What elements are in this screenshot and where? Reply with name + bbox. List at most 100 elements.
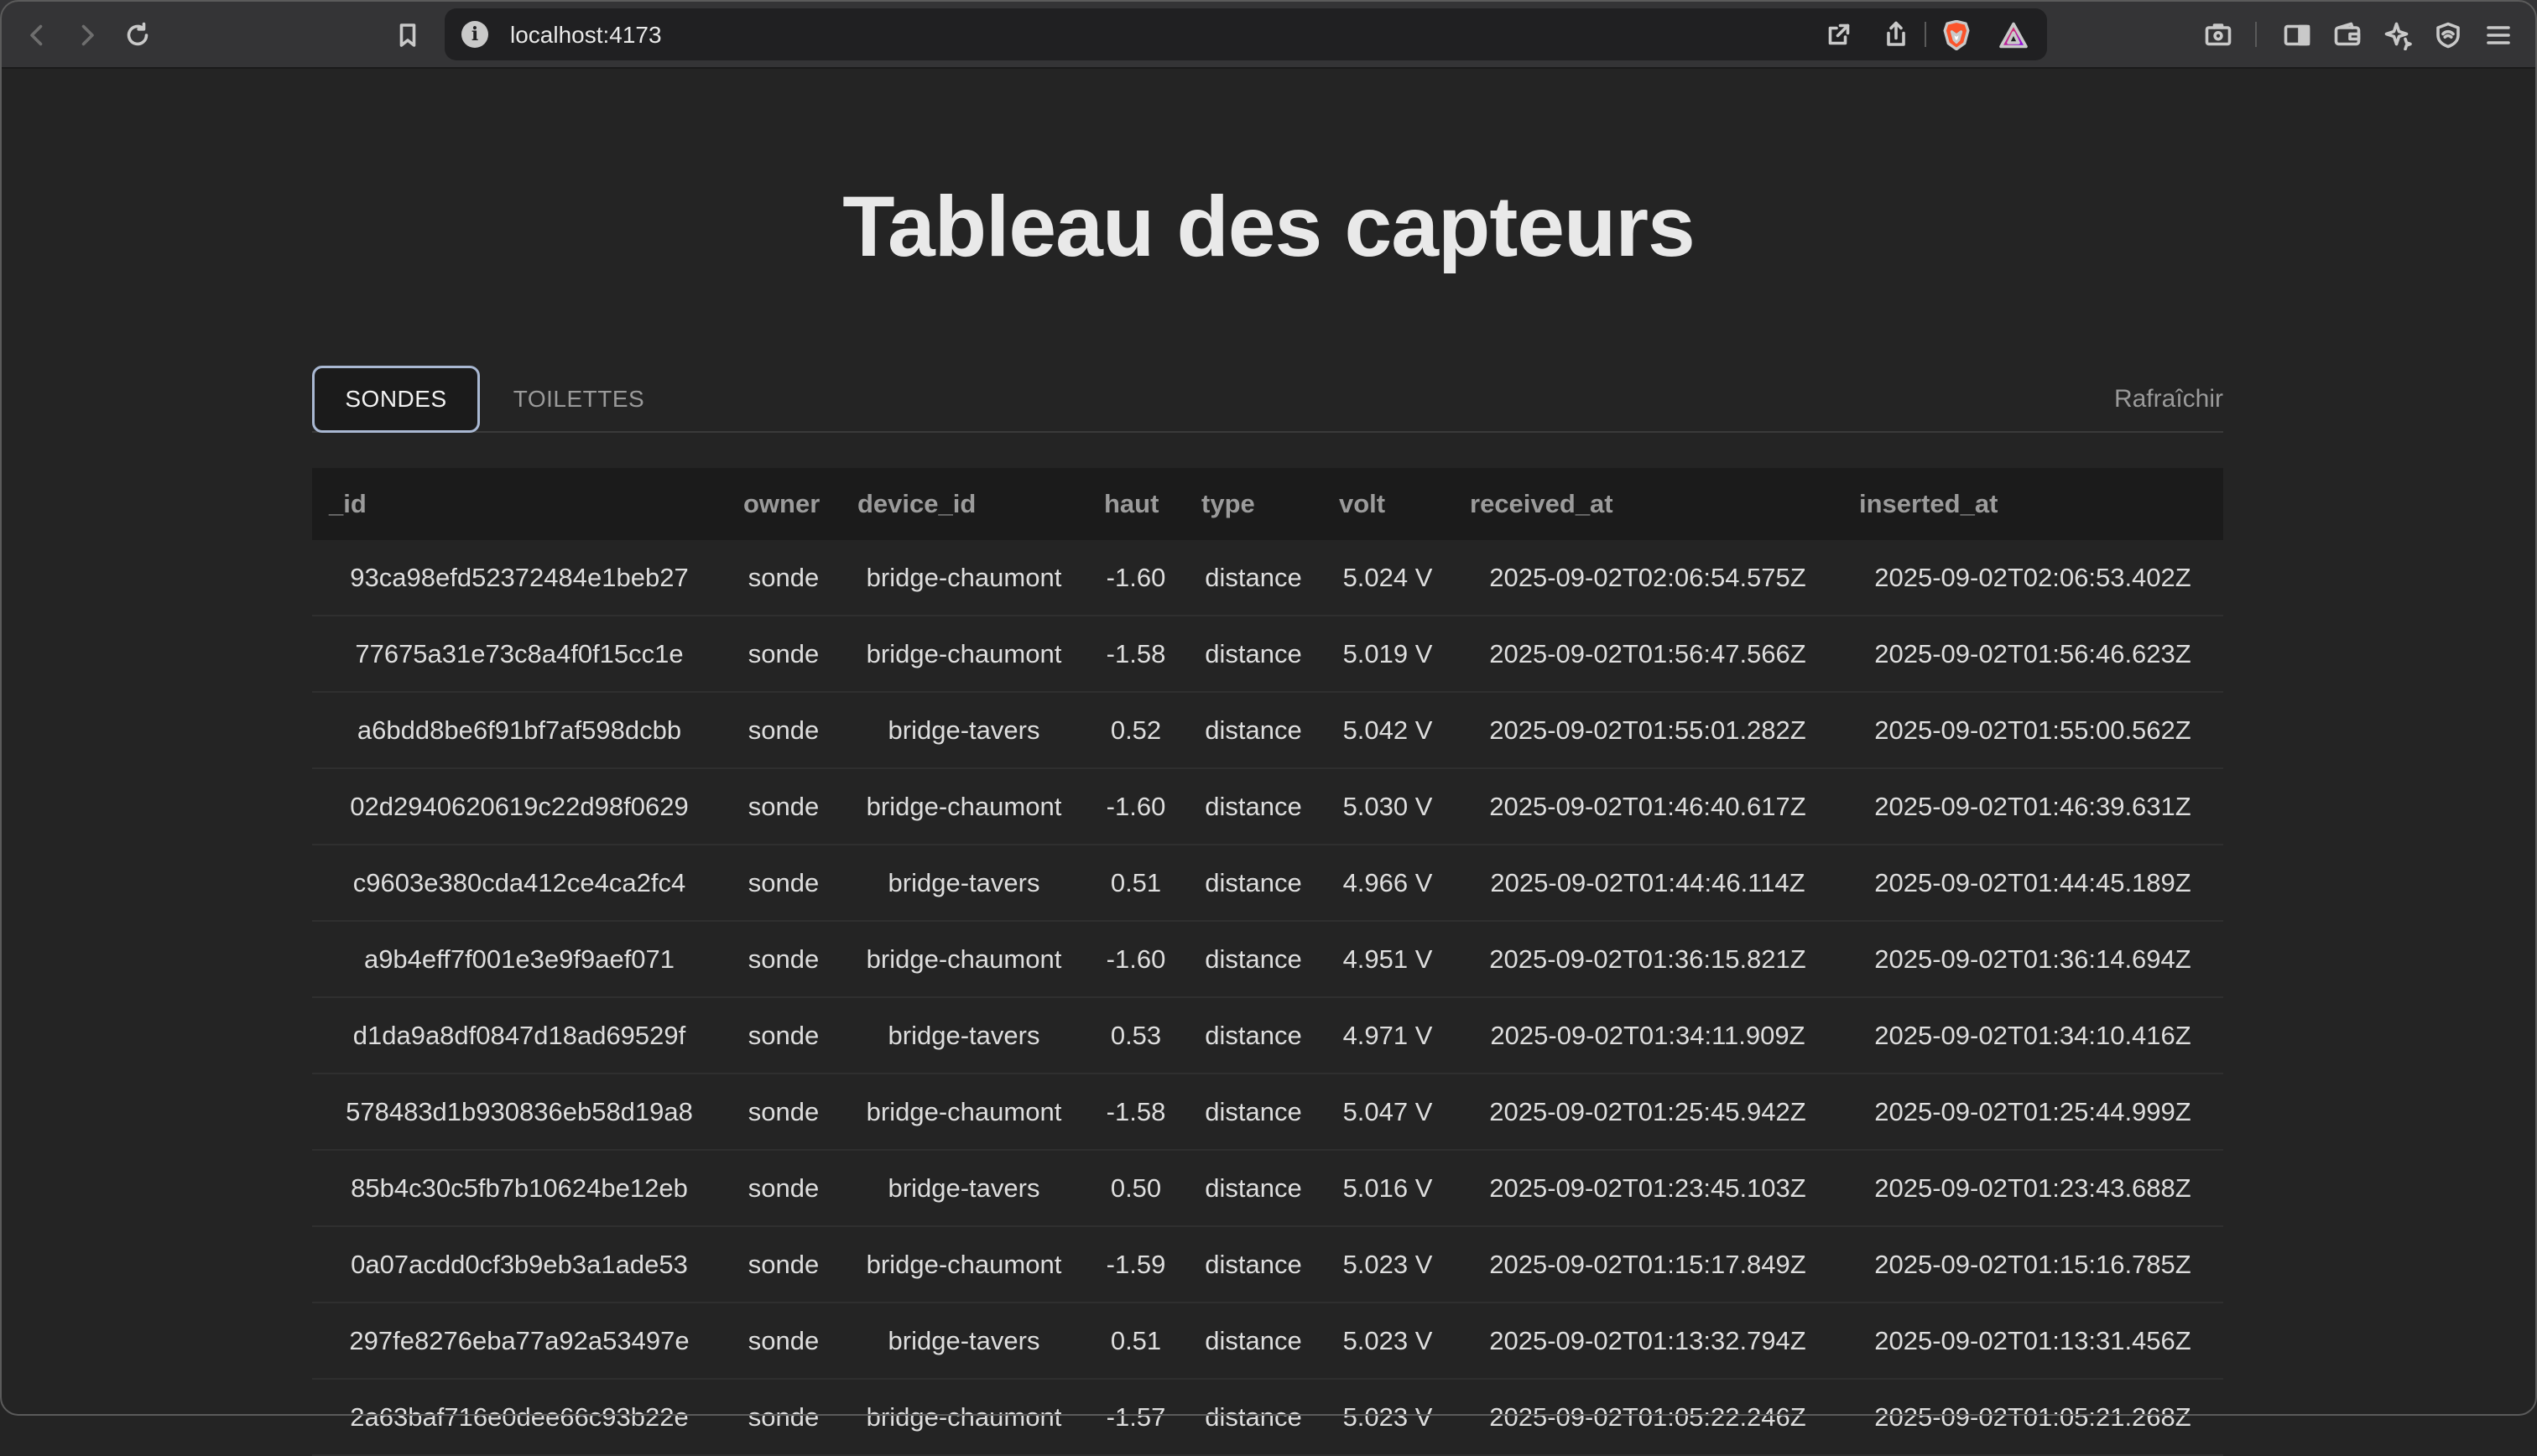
browser-toolbar: i localhost:4173 (0, 0, 2537, 69)
cell-volt: 5.047 V (1322, 1074, 1453, 1151)
tab-bar: SONDES TOILETTES Rafraîchir (312, 366, 2223, 433)
forward-icon[interactable] (69, 17, 106, 54)
cell-inserted-at: 2025-09-02T01:15:16.785Z (1842, 1226, 2223, 1303)
cell-owner: sonde (727, 1379, 841, 1456)
cell-inserted-at: 2025-09-02T01:55:00.562Z (1842, 692, 2223, 769)
cell-type: distance (1185, 1150, 1322, 1227)
column-header-received-at[interactable]: received_at (1453, 468, 1842, 540)
cell-device-id: bridge-chaumont (841, 1379, 1087, 1456)
cell-device-id: bridge-chaumont (841, 616, 1087, 693)
cell-owner: sonde (727, 921, 841, 998)
cell-received-at: 2025-09-02T01:44:46.114Z (1453, 845, 1842, 922)
wallet-icon[interactable] (2329, 17, 2366, 54)
sidebar-icon[interactable] (2279, 17, 2316, 54)
cell-owner: sonde (727, 616, 841, 693)
reload-icon[interactable] (119, 17, 156, 54)
cell-type: distance (1185, 692, 1322, 769)
cell-haut: -1.58 (1087, 1074, 1185, 1151)
column-header-volt[interactable]: volt (1322, 468, 1453, 540)
cell-owner: sonde (727, 997, 841, 1074)
bookmark-icon[interactable] (389, 17, 426, 54)
column-header-haut[interactable]: haut (1087, 468, 1185, 540)
column-header-inserted-at[interactable]: inserted_at (1842, 468, 2223, 540)
cell-id: 77675a31e73c8a4f0f15cc1e (312, 616, 727, 693)
cell-volt: 5.016 V (1322, 1150, 1453, 1227)
cell-id: 02d2940620619c22d98f0629 (312, 768, 727, 845)
cell-received-at: 2025-09-02T01:05:22.246Z (1453, 1379, 1842, 1456)
toolbar-divider (2255, 22, 2257, 47)
cell-volt: 5.024 V (1322, 540, 1453, 616)
cell-haut: 0.51 (1087, 845, 1185, 922)
cell-device-id: bridge-tavers (841, 997, 1087, 1074)
table-row: 85b4c30c5fb7b10624be12eb sonde bridge-tave… (312, 1150, 2223, 1227)
address-bar[interactable]: i localhost:4173 (445, 8, 2047, 60)
cell-owner: sonde (727, 1226, 841, 1303)
table-row: 578483d1b930836eb58d19a8 sonde bridge-chau… (312, 1074, 2223, 1151)
vpn-icon[interactable] (2430, 17, 2467, 54)
cell-haut: -1.60 (1087, 921, 1185, 998)
column-header-type[interactable]: type (1185, 468, 1322, 540)
cell-received-at: 2025-09-02T01:25:45.942Z (1453, 1074, 1842, 1151)
table-header-row: _id owner device_id haut type volt recei… (312, 468, 2223, 540)
page-title: Tableau des capteurs (842, 179, 1696, 274)
tab-toilettes[interactable]: TOILETTES (512, 366, 646, 433)
cell-id: 85b4c30c5fb7b10624be12eb (312, 1150, 727, 1227)
cell-owner: sonde (727, 1150, 841, 1227)
table-row: 2a63baf716e0dee66c93b22e sonde bridge-chau… (312, 1379, 2223, 1456)
cell-type: distance (1185, 1303, 1322, 1380)
cell-received-at: 2025-09-02T01:15:17.849Z (1453, 1226, 1842, 1303)
cell-type: distance (1185, 540, 1322, 616)
table-row: 77675a31e73c8a4f0f15cc1e sonde bridge-chau… (312, 616, 2223, 693)
cell-inserted-at: 2025-09-02T01:23:43.688Z (1842, 1150, 2223, 1227)
cell-haut: -1.60 (1087, 768, 1185, 845)
cell-device-id: bridge-tavers (841, 1150, 1087, 1227)
cell-volt: 5.030 V (1322, 768, 1453, 845)
cell-received-at: 2025-09-02T01:56:47.566Z (1453, 616, 1842, 693)
screenshot-icon[interactable] (2200, 17, 2237, 54)
table-row: 297fe8276eba77a92a53497e sonde bridge-tave… (312, 1303, 2223, 1380)
cell-volt: 5.042 V (1322, 692, 1453, 769)
cell-type: distance (1185, 768, 1322, 845)
leo-ai-icon[interactable] (2379, 17, 2416, 54)
cell-volt: 5.023 V (1322, 1303, 1453, 1380)
cell-haut: 0.52 (1087, 692, 1185, 769)
table-body: 93ca98efd52372484e1beb27 sonde bridge-chau… (312, 540, 2223, 1456)
cell-type: distance (1185, 997, 1322, 1074)
cell-haut: -1.59 (1087, 1226, 1185, 1303)
cell-volt: 5.023 V (1322, 1226, 1453, 1303)
cell-device-id: bridge-chaumont (841, 540, 1087, 616)
refresh-button[interactable]: Rafraîchir (2114, 366, 2223, 433)
back-icon[interactable] (18, 17, 55, 54)
cell-type: distance (1185, 1074, 1322, 1151)
menu-icon[interactable] (2480, 17, 2517, 54)
cell-device-id: bridge-tavers (841, 692, 1087, 769)
column-header-id[interactable]: _id (312, 468, 727, 540)
brave-rewards-icon[interactable] (1998, 20, 2029, 50)
site-info-icon[interactable]: i (461, 21, 488, 48)
table-row: d1da9a8df0847d18ad69529f sonde bridge-tave… (312, 997, 2223, 1074)
cell-device-id: bridge-tavers (841, 845, 1087, 922)
table-row: 93ca98efd52372484e1beb27 sonde bridge-chau… (312, 540, 2223, 616)
tab-sondes[interactable]: SONDES (312, 366, 480, 433)
cell-volt: 4.966 V (1322, 845, 1453, 922)
cell-volt: 5.019 V (1322, 616, 1453, 693)
cell-inserted-at: 2025-09-02T01:34:10.416Z (1842, 997, 2223, 1074)
cell-inserted-at: 2025-09-02T01:46:39.631Z (1842, 768, 2223, 845)
brave-shields-icon[interactable] (1941, 20, 1972, 50)
cell-volt: 4.971 V (1322, 997, 1453, 1074)
cell-id: a6bdd8be6f91bf7af598dcbb (312, 692, 727, 769)
cell-haut: 0.53 (1087, 997, 1185, 1074)
cell-inserted-at: 2025-09-02T01:25:44.999Z (1842, 1074, 2223, 1151)
cell-type: distance (1185, 616, 1322, 693)
cell-inserted-at: 2025-09-02T02:06:53.402Z (1842, 540, 2223, 616)
open-external-icon[interactable] (1821, 16, 1857, 53)
cell-inserted-at: 2025-09-02T01:44:45.189Z (1842, 845, 2223, 922)
address-bar-url[interactable]: localhost:4173 (510, 22, 662, 49)
cell-owner: sonde (727, 1074, 841, 1151)
cell-inserted-at: 2025-09-02T01:13:31.456Z (1842, 1303, 2223, 1380)
column-header-owner[interactable]: owner (727, 468, 841, 540)
cell-owner: sonde (727, 540, 841, 616)
share-icon[interactable] (1878, 16, 1914, 53)
column-header-device-id[interactable]: device_id (841, 468, 1087, 540)
cell-owner: sonde (727, 1303, 841, 1380)
